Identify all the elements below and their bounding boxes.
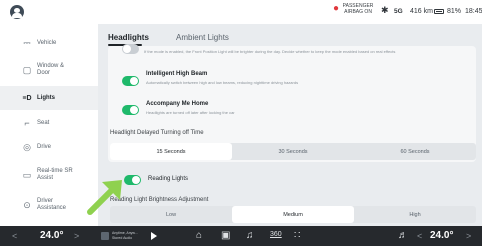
daytime-light-desc: If the mode is enabled, the Front Positi… [144,49,396,54]
sidebar-item-label: Real-time SR Assist [37,168,73,181]
battery-percent: 81% [447,8,462,15]
delay-option-15[interactable]: 15 Seconds [110,143,232,160]
reading-lights-title: Reading Lights [148,176,189,182]
airbag-indicator: ● PASSENGER AIRBAG ON [333,3,374,15]
battery-icon [434,9,444,14]
sidebar-item-label: Driver Assistance [37,198,67,211]
play-icon[interactable] [151,232,157,240]
360-icon[interactable]: 360 [270,231,282,238]
sidebar-item-drive[interactable]: ◎ Drive [0,136,98,158]
toggle-knob [132,176,140,184]
lights-icon: ≡D [22,94,32,102]
sidebar-item-label: Window & Door [37,63,65,76]
high-beam-title: Intelligent High Beam [146,71,208,77]
right-temp-increase[interactable]: > [466,230,471,242]
toggle-knob [123,45,131,53]
tab-ambient-lights[interactable]: Ambient Lights [176,33,229,42]
bluetooth-icon: ✱ [381,5,389,15]
sidebar: ⎓ Vehicle ▢ Window & Door ≡D Lights ⌐ Se… [0,24,98,226]
reading-lights-row: Reading Lights [108,170,476,188]
brightness-option-high[interactable]: High [354,206,476,223]
signal-icon: 5G [394,8,403,15]
high-beam-desc: Automatically switch between high and lo… [146,80,299,85]
delay-label: Headlight Delayed Turning off Time [110,130,204,136]
airbag-text: PASSENGER AIRBAG ON [342,3,374,15]
driver-assistance-icon: ⊙ [23,199,31,210]
sidebar-item-vehicle[interactable]: ⎓ Vehicle [0,32,98,54]
range-readout: 416 km [410,8,433,15]
sidebar-item-label: Lights [37,94,55,101]
home-icon[interactable]: ⌂ [196,230,202,241]
music-icon[interactable]: ♫ [246,230,254,241]
reading-lights-toggle[interactable] [124,175,141,185]
volume-icon[interactable]: ♬ [398,230,408,241]
bottom-dock: < 24.0° > Anytime, Anyw... Stored Audio … [0,226,482,246]
apps-icon[interactable]: ∷ [294,230,300,241]
delay-time-selector: 15 Seconds 30 Seconds 60 Seconds [110,143,476,160]
accompany-home-title: Accompany Me Home [146,101,209,107]
sidebar-item-label: Seat [37,119,50,126]
window-icon: ▢ [22,64,32,75]
sidebar-item-label: Vehicle [37,39,57,46]
sidebar-item-seat[interactable]: ⌐ Seat [0,112,98,134]
media-title: Anytime, Anyw... Stored Audio [112,231,138,240]
toggle-knob [130,77,138,85]
brightness-option-low[interactable]: Low [110,206,232,223]
car-icon[interactable]: ▣ [221,230,230,241]
media-thumbnail [101,232,109,240]
status-bar: ● PASSENGER AIRBAG ON ✱ 5G 416 km 81% 18… [0,0,482,24]
sidebar-item-label: Drive [37,143,52,150]
accompany-home-toggle[interactable] [122,105,139,115]
delay-option-60[interactable]: 60 Seconds [354,143,476,160]
left-temp-decrease[interactable]: < [12,230,17,242]
clock: 18:45 [465,8,482,15]
right-temp-decrease[interactable]: < [417,230,422,242]
high-beam-toggle[interactable] [122,76,139,86]
toggle-knob [130,106,138,114]
sidebar-item-window-door[interactable]: ▢ Window & Door [0,57,98,83]
drive-icon: ◎ [23,141,31,152]
left-temp-readout: 24.0° [40,230,64,241]
profile-icon[interactable] [10,5,24,19]
sidebar-item-sr-assist[interactable]: ▭ Real-time SR Assist [0,162,98,188]
daytime-light-toggle[interactable] [122,44,139,54]
right-temp-readout: 24.0° [430,230,454,241]
airbag-icon: ● [333,3,340,14]
brightness-option-medium[interactable]: Medium [232,206,354,223]
main-panel: Headlights Ambient Lights If the mode is… [98,24,482,226]
sr-assist-icon: ▭ [22,169,32,180]
tab-headlights[interactable]: Headlights [108,33,149,42]
seat-icon: ⌐ [24,118,30,128]
brightness-selector: Low Medium High [110,206,476,223]
vehicle-icon: ⎓ [23,37,31,48]
accompany-home-desc: Headlights are turned off later after lo… [146,110,235,115]
sidebar-item-driver-assistance[interactable]: ⊙ Driver Assistance [0,192,98,218]
left-temp-increase[interactable]: > [74,230,79,242]
delay-option-30[interactable]: 30 Seconds [232,143,354,160]
annotation-arrow-icon [87,180,122,215]
sidebar-item-lights[interactable]: ≡D Lights [0,86,98,110]
